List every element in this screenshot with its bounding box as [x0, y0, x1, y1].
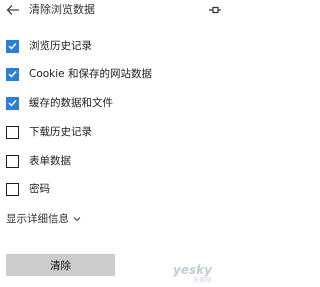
header: 清除浏览数据 — [0, 0, 227, 22]
option-label: 密码 — [29, 183, 50, 195]
clear-browsing-data-panel: { "header": { "title": "清除浏览数据", "back_i… — [0, 0, 227, 287]
option-label: Cookie 和保存的网站数据 — [29, 68, 152, 80]
pin-icon[interactable] — [208, 4, 222, 16]
checkbox-unchecked[interactable] — [6, 125, 19, 139]
option-download-history[interactable]: 下载历史记录 — [6, 125, 92, 139]
watermark-subtext: 天极网 — [193, 276, 211, 284]
option-label: 表单数据 — [29, 155, 71, 167]
option-label: 下载历史记录 — [29, 126, 92, 138]
checkbox-checked[interactable] — [6, 39, 19, 53]
option-browsing-history[interactable]: 浏览历史记录 — [6, 39, 92, 53]
watermark-text: yesky — [173, 263, 213, 277]
chevron-down-icon — [73, 217, 81, 222]
option-label: 缓存的数据和文件 — [29, 97, 113, 109]
check-icon — [8, 42, 17, 50]
page-title: 清除浏览数据 — [29, 3, 95, 16]
checkbox-unchecked[interactable] — [6, 182, 19, 196]
option-cache[interactable]: 缓存的数据和文件 — [6, 96, 113, 110]
check-icon — [8, 70, 17, 78]
option-form-data[interactable]: 表单数据 — [6, 154, 71, 168]
option-label: 浏览历史记录 — [29, 40, 92, 52]
checkbox-checked[interactable] — [6, 67, 19, 81]
option-passwords[interactable]: 密码 — [6, 182, 50, 196]
yesky-watermark-logo: yesky 天极网 — [173, 263, 213, 284]
checkbox-unchecked[interactable] — [6, 154, 19, 168]
show-details-toggle[interactable]: 显示详细信息 — [6, 212, 81, 226]
back-arrow-icon[interactable] — [6, 4, 20, 16]
show-details-label: 显示详细信息 — [6, 213, 69, 225]
clear-button[interactable]: 清除 — [6, 254, 115, 276]
checkbox-checked[interactable] — [6, 96, 19, 110]
option-cookies[interactable]: Cookie 和保存的网站数据 — [6, 67, 152, 81]
check-icon — [8, 99, 17, 107]
